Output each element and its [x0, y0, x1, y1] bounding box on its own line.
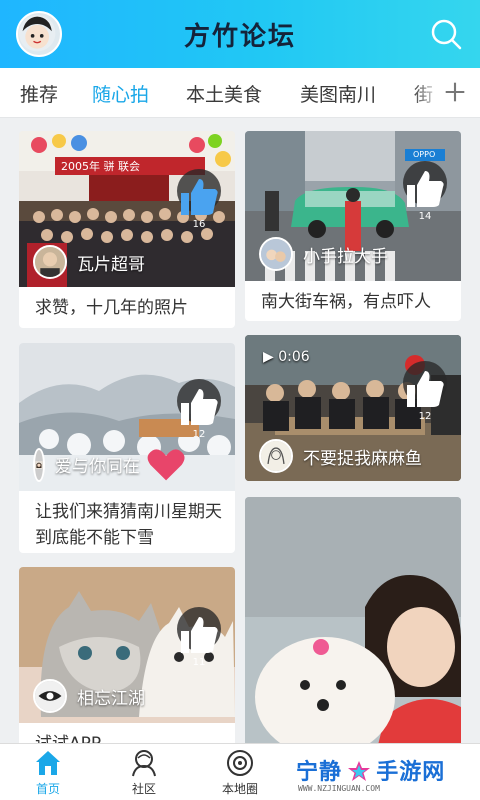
thumbs-up-icon — [181, 179, 218, 215]
post-feed[interactable]: 2005年 骈 联会 16 瓦片超哥 求赞，十几年的照片 OPPO 14 小手拉… — [0, 119, 480, 743]
like-count: 16 — [192, 219, 206, 230]
watermark-url: WWW.NZJINGUAN.COM — [298, 784, 380, 793]
site-watermark: 宁静 手游网 WWW.NZJINGUAN.COM — [296, 754, 466, 796]
post-photo: 2005年 骈 联会 16 瓦片超哥 — [19, 131, 235, 287]
post-caption: 让我们来猜猜南川星期天到底能不能下雪 — [35, 502, 222, 548]
post-caption: 试试APP — [35, 731, 223, 743]
author-avatar — [33, 679, 67, 713]
thumbs-up-icon — [407, 171, 444, 207]
tab-snapshots[interactable]: 随心拍 — [92, 80, 149, 107]
top-header: 方竹论坛 — [0, 0, 480, 68]
like-count: 12 — [192, 429, 206, 440]
post-photo: OPPO 14 小手拉大手 — [245, 131, 461, 281]
tab-fade — [412, 68, 442, 117]
post-photo: 12 爱与你同在 — [19, 343, 235, 491]
like-button[interactable]: 14 — [403, 161, 447, 222]
like-count: 11 — [192, 657, 206, 668]
banner-text: 2005年 骈 联会 — [61, 160, 140, 173]
author-name: 瓦片超哥 — [77, 254, 145, 275]
post-caption: 南大街车祸，有点吓人 — [261, 292, 431, 312]
author-name: 不要捉我麻麻鱼 — [303, 448, 422, 469]
heart-icon — [147, 449, 185, 481]
author-avatar — [259, 439, 293, 473]
search-button[interactable] — [430, 18, 462, 50]
nav-community[interactable]: 社区 — [114, 748, 174, 797]
author-name: 相忘江湖 — [77, 688, 145, 709]
post-card[interactable]: ▶ 0:06 12 不要捉我麻麻鱼 — [245, 335, 461, 481]
post-card[interactable]: 11 相忘江湖 试试APP — [19, 567, 235, 743]
tab-nanchuan-photos[interactable]: 美图南川 — [300, 80, 376, 107]
post-card[interactable]: 2005年 骈 联会 16 瓦片超哥 求赞，十几年的照片 — [19, 131, 235, 328]
app-title: 方竹论坛 — [183, 21, 296, 52]
watermark-right: 手游网 — [376, 760, 446, 785]
star-logo-icon — [348, 761, 371, 781]
author-name: 爱与你同在 — [54, 457, 140, 478]
thumbs-up-icon — [181, 389, 218, 425]
like-button[interactable]: 11 — [177, 607, 221, 668]
category-tabs: 推荐 随心拍 本土美食 美图南川 街 — [0, 68, 480, 118]
thumbs-up-icon — [407, 371, 444, 407]
post-photo: ▶ 0:06 12 不要捉我麻麻鱼 — [245, 335, 461, 481]
post-card[interactable] — [245, 497, 461, 743]
post-author[interactable]: 相忘江湖 — [33, 679, 145, 713]
post-author[interactable]: 爱与你同在 — [33, 447, 186, 483]
watermark-left: 宁静 — [296, 760, 343, 785]
bottom-navigation: 首页 社区 本地圈 宁静 手游网 WWW.NZJINGUAN.COM — [0, 743, 480, 800]
video-duration: ▶ 0:06 — [263, 349, 310, 365]
post-card[interactable]: OPPO 14 小手拉大手 南大街车祸，有点吓人 — [245, 131, 461, 321]
add-tab-button[interactable] — [442, 76, 468, 108]
community-icon — [132, 750, 156, 777]
nav-local-circle[interactable]: 本地圈 — [210, 748, 270, 797]
post-photo — [245, 497, 461, 743]
author-avatar — [33, 447, 45, 482]
nav-home[interactable]: 首页 — [18, 748, 78, 797]
post-photo: 11 相忘江湖 — [19, 567, 235, 723]
tab-local-food[interactable]: 本土美食 — [186, 80, 262, 107]
tab-recommend[interactable]: 推荐 — [20, 80, 58, 107]
nav-home-label: 首页 — [35, 782, 60, 796]
author-name: 小手拉大手 — [303, 246, 388, 267]
thumbs-up-icon — [181, 617, 218, 653]
author-avatar — [259, 237, 293, 271]
sign-text: OPPO — [413, 150, 436, 159]
search-icon — [431, 19, 462, 50]
post-author[interactable]: 不要捉我麻麻鱼 — [259, 439, 422, 473]
like-count: 14 — [418, 211, 432, 222]
author-avatar — [33, 245, 67, 279]
post-author[interactable]: 小手拉大手 — [259, 237, 388, 271]
user-avatar[interactable] — [16, 11, 62, 57]
post-author[interactable]: 瓦片超哥 — [33, 245, 145, 279]
like-button[interactable]: 12 — [403, 361, 447, 422]
nav-community-label: 社区 — [131, 782, 156, 796]
like-button[interactable]: 16 — [177, 169, 221, 230]
local-circle-icon — [227, 750, 253, 776]
home-icon — [36, 751, 60, 775]
post-card[interactable]: 12 爱与你同在 让我们来猜猜南川星期天到底能不能下雪 — [19, 343, 235, 553]
post-caption: 求赞，十几年的照片 — [35, 298, 188, 318]
plus-icon — [445, 82, 465, 102]
like-count: 12 — [418, 411, 432, 422]
nav-local-circle-label: 本地圈 — [221, 782, 258, 796]
like-button[interactable]: 12 — [177, 379, 221, 440]
